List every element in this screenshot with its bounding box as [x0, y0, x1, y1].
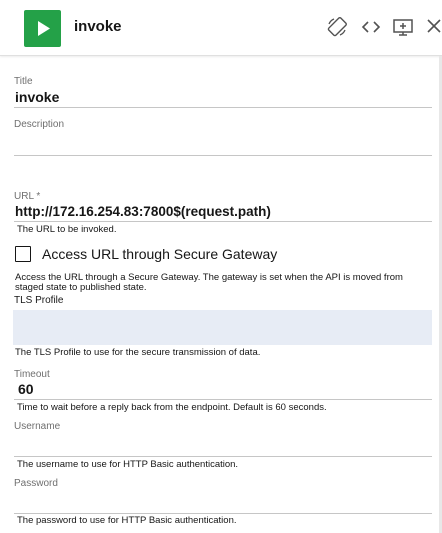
properties-form: Title invoke Description URL * http://17…: [0, 56, 442, 533]
close-icon[interactable]: [424, 16, 442, 38]
url-input[interactable]: http://172.16.254.83:7800$(request.path): [15, 204, 271, 219]
tls-profile-select[interactable]: [13, 310, 432, 345]
tls-profile-label: TLS Profile: [14, 295, 64, 306]
secure-gateway-helper-text: Access the URL through a Secure Gateway.…: [15, 272, 403, 293]
url-underline: [14, 221, 432, 222]
password-underline: [14, 513, 432, 514]
url-helper-text: The URL to be invoked.: [17, 224, 117, 235]
timeout-underline: [14, 399, 432, 400]
code-icon[interactable]: [360, 16, 382, 38]
password-helper-text: The password to use for HTTP Basic authe…: [17, 515, 237, 526]
description-underline: [14, 155, 432, 156]
description-input[interactable]: [14, 132, 432, 154]
timeout-input[interactable]: 60: [18, 381, 34, 397]
title-underline: [14, 107, 432, 108]
title-input[interactable]: invoke: [15, 89, 59, 105]
panel-header: invoke: [0, 0, 442, 56]
username-input[interactable]: [14, 434, 432, 455]
timeout-helper-text: Time to wait before a reply back from th…: [17, 402, 327, 413]
play-icon: [38, 21, 50, 36]
panel-title: invoke: [74, 18, 122, 35]
username-label: Username: [14, 421, 61, 432]
rotate-device-icon[interactable]: [326, 16, 348, 38]
password-label: Password: [14, 478, 58, 489]
title-label: Title: [14, 76, 33, 87]
username-helper-text: The username to use for HTTP Basic authe…: [17, 459, 239, 470]
url-label: URL *: [14, 191, 41, 202]
invoke-properties-panel: invoke Title invoke Description URL * ht…: [0, 0, 442, 533]
add-screen-icon[interactable]: [392, 16, 414, 38]
secure-gateway-label[interactable]: Access URL through Secure Gateway: [42, 246, 277, 262]
username-underline: [14, 456, 432, 457]
play-button[interactable]: [24, 10, 61, 47]
timeout-label: Timeout: [14, 369, 50, 380]
tls-profile-helper-text: The TLS Profile to use for the secure tr…: [15, 347, 261, 358]
password-input[interactable]: [14, 491, 432, 512]
secure-gateway-checkbox[interactable]: [15, 246, 31, 262]
description-label: Description: [14, 119, 65, 130]
